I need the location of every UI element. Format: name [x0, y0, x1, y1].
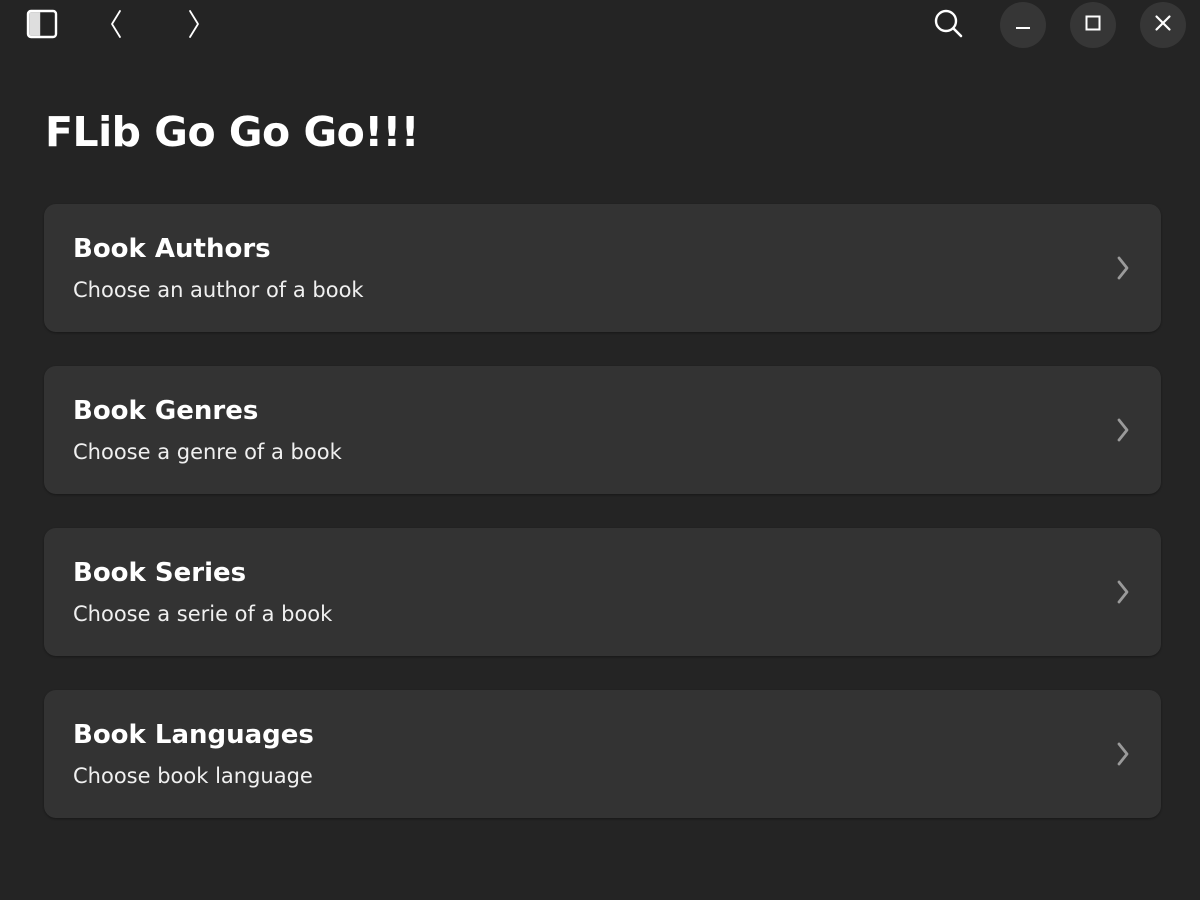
close-icon: [1154, 14, 1172, 36]
minimize-icon: [1014, 14, 1032, 36]
maximize-button[interactable]: [1070, 2, 1116, 48]
menu-item-subtitle: Choose a genre of a book: [73, 440, 342, 464]
forward-button[interactable]: [173, 4, 213, 44]
chevron-right-icon: [1113, 578, 1133, 606]
menu-item-title: Book Authors: [73, 234, 271, 264]
sidebar-toggle-icon: [26, 9, 58, 39]
close-button[interactable]: [1140, 2, 1186, 48]
chevron-right-icon: [1113, 740, 1133, 768]
menu-item-authors[interactable]: Book Authors Choose an author of a book: [44, 204, 1161, 332]
menu-item-subtitle: Choose book language: [73, 764, 313, 788]
header-bar: [0, 0, 1200, 48]
menu-item-subtitle: Choose a serie of a book: [73, 602, 333, 626]
back-button[interactable]: [97, 4, 137, 44]
menu-item-title: Book Series: [73, 558, 247, 588]
chevron-right-icon: [185, 8, 201, 40]
chevron-left-icon: [109, 8, 125, 40]
menu-item-title: Book Genres: [73, 396, 259, 426]
search-button[interactable]: [928, 4, 968, 44]
maximize-icon: [1084, 14, 1102, 36]
chevron-right-icon: [1113, 416, 1133, 444]
chevron-right-icon: [1113, 254, 1133, 282]
search-icon: [932, 8, 964, 40]
menu-list: Book Authors Choose an author of a book …: [44, 204, 1161, 852]
menu-item-languages[interactable]: Book Languages Choose book language: [44, 690, 1161, 818]
menu-item-series[interactable]: Book Series Choose a serie of a book: [44, 528, 1161, 656]
menu-item-genres[interactable]: Book Genres Choose a genre of a book: [44, 366, 1161, 494]
sidebar-toggle-button[interactable]: [22, 4, 62, 44]
page-title: FLib Go Go Go!!!: [45, 108, 419, 156]
menu-item-subtitle: Choose an author of a book: [73, 278, 364, 302]
menu-item-title: Book Languages: [73, 720, 314, 750]
minimize-button[interactable]: [1000, 2, 1046, 48]
app-window: FLib Go Go Go!!! Book Authors Choose an …: [0, 0, 1200, 900]
